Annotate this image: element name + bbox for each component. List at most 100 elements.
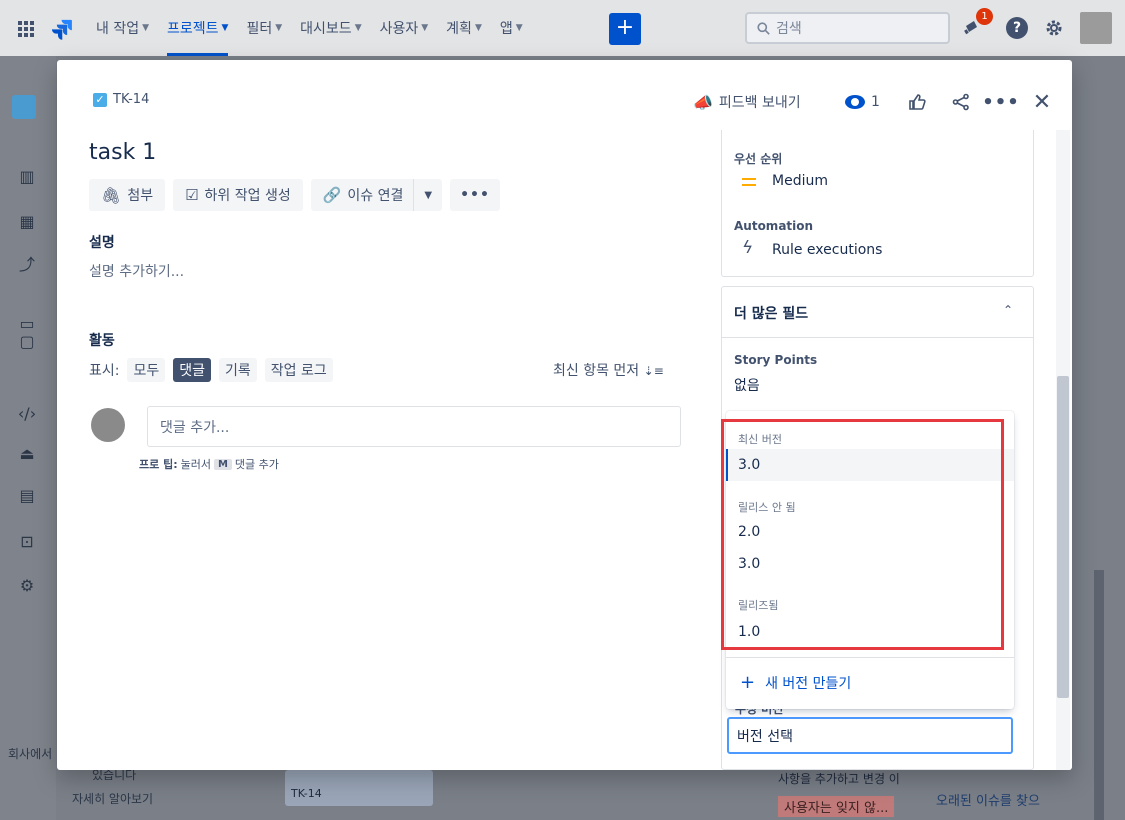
create-button[interactable]: +: [609, 13, 641, 45]
settings-icon[interactable]: ⚙: [16, 574, 38, 596]
automation-label: Automation: [734, 219, 814, 233]
divider: [726, 657, 1014, 658]
show-comments-button[interactable]: 댓글: [173, 358, 212, 382]
issue-breadcrumb[interactable]: ✓ TK-14: [93, 92, 149, 107]
story-points-value[interactable]: 없음: [734, 375, 760, 395]
activity-filter: 표시: 모두 댓글 기록 작업 로그: [89, 358, 333, 382]
sort-order-button[interactable]: 최신 항목 먼저 ⇣≡: [553, 360, 664, 380]
dropdown-group-label: 릴리스 안 됨: [738, 501, 796, 514]
nav-filters[interactable]: 필터 ▼: [246, 0, 282, 56]
description-field[interactable]: 설명 추가하기...: [89, 261, 184, 281]
details-box: 우선 순위 Medium Automation ϟ Rule execution…: [721, 130, 1034, 277]
subtask-icon: ☑: [185, 186, 199, 204]
deployments-icon[interactable]: ⏏: [16, 442, 38, 464]
create-version-button[interactable]: + 새 버전 만들기: [740, 673, 851, 693]
nav-your-work[interactable]: 내 작업 ▼: [96, 0, 149, 56]
show-all-button[interactable]: 모두: [127, 358, 166, 382]
create-subtask-button[interactable]: ☑ 하위 작업 생성: [173, 179, 303, 211]
plus-icon: +: [740, 672, 756, 693]
priority-value[interactable]: Medium: [772, 173, 828, 189]
task-type-icon: ✓: [93, 92, 107, 107]
link-issue-button[interactable]: 🔗 이슈 연결: [310, 179, 415, 211]
notification-count-badge: 1: [976, 8, 993, 25]
jira-logo-icon[interactable]: [51, 18, 73, 40]
reports-icon[interactable]: ⤴: [16, 252, 38, 274]
fix-version-input[interactable]: 버전 선택: [727, 717, 1013, 754]
megaphone-icon: 📣: [693, 92, 713, 112]
app-switcher-icon[interactable]: [18, 21, 34, 37]
background-link[interactable]: 오래된 이슈를 찾으: [936, 790, 1040, 809]
description-label: 설명: [89, 235, 115, 251]
issue-title[interactable]: task 1: [89, 140, 156, 165]
add-shortcut-icon[interactable]: ⊡: [16, 530, 38, 552]
attach-button[interactable]: 🖇 첨부: [89, 179, 166, 211]
project-avatar[interactable]: [12, 95, 36, 119]
nav-apps[interactable]: 앱 ▼: [500, 0, 523, 56]
pro-tip: 프로 팁: 눌러서 M 댓글 추가: [139, 458, 279, 471]
version-option[interactable]: 1.0: [726, 616, 1014, 648]
sort-icon: ⇣≡: [643, 364, 664, 378]
pages-icon[interactable]: ▤: [16, 484, 38, 506]
feedback-label: 피드백 보내기: [718, 95, 801, 111]
priority-medium-icon: [742, 178, 756, 186]
issue-modal: ✓ TK-14 📣 피드백 보내기 1 ••• ✕ task 1 🖇 첨부 ☑ …: [57, 60, 1072, 770]
chevron-down-icon: ▼: [142, 23, 150, 33]
board-icon[interactable]: ▥: [16, 165, 38, 187]
show-worklog-button[interactable]: 작업 로그: [264, 358, 333, 382]
comment-input[interactable]: 댓글 추가...: [147, 406, 681, 447]
thumbs-up-icon[interactable]: [905, 90, 929, 114]
feedback-button[interactable]: 📣 피드백 보내기: [693, 90, 801, 114]
automation-value[interactable]: Rule executions: [772, 242, 882, 258]
top-navigation: 내 작업 ▼ 프로젝트 ▼ 필터 ▼ 대시보드 ▼ 사용자 ▼ 계획 ▼ 앱 ▼ + 검색 1…: [0, 0, 1125, 56]
chevron-down-icon: ▼: [474, 23, 482, 33]
nav-projects[interactable]: 프로젝트 ▼: [167, 0, 228, 56]
chevron-up-icon[interactable]: ⌃: [1003, 303, 1013, 317]
learn-more-link[interactable]: 자세히 알아보기: [72, 790, 153, 807]
chevron-down-icon: ▼: [275, 23, 283, 33]
nav-dashboards[interactable]: 대시보드 ▼: [300, 0, 361, 56]
eye-icon: [845, 95, 865, 109]
activity-label: 활동: [89, 333, 115, 349]
chevron-down-icon: ▼: [354, 23, 362, 33]
search-icon: [757, 21, 770, 35]
backlog-icon[interactable]: ▦: [16, 210, 38, 232]
modal-scrollbar-thumb[interactable]: [1057, 376, 1069, 698]
sidebar-footer-text: 회사에서: [8, 747, 53, 761]
version-dropdown: 최신 버전 3.0 릴리스 안 됨 2.0 3.0 릴리즈됨 1.0 + 새 버…: [726, 411, 1014, 709]
story-points-label: Story Points: [734, 353, 818, 367]
show-label: 표시:: [89, 363, 120, 379]
components-icon[interactable]: ▢: [16, 330, 38, 352]
settings-gear-icon[interactable]: [1042, 16, 1066, 40]
version-option[interactable]: 3.0: [726, 449, 1014, 481]
user-avatar[interactable]: [1080, 12, 1112, 44]
keyboard-key: M: [213, 458, 232, 470]
link-issue-dropdown-button[interactable]: ▼: [414, 179, 443, 211]
lightning-icon: ϟ: [742, 238, 754, 258]
close-icon[interactable]: ✕: [1030, 90, 1054, 115]
issue-key: TK-14: [113, 92, 150, 107]
paperclip-icon: 🖇: [101, 185, 122, 205]
more-actions-icon[interactable]: •••: [982, 90, 1019, 114]
background-scrollbar[interactable]: [1094, 570, 1104, 820]
version-option[interactable]: 2.0: [726, 516, 1014, 548]
main-menu: 내 작업 ▼ 프로젝트 ▼ 필터 ▼ 대시보드 ▼ 사용자 ▼ 계획 ▼ 앱 ▼: [96, 0, 523, 56]
show-history-button[interactable]: 기록: [219, 358, 257, 382]
issue-actions: 🖇 첨부 ☑ 하위 작업 생성 🔗 이슈 연결 ▼ •••: [89, 179, 500, 211]
code-icon[interactable]: ‹/›: [16, 402, 38, 424]
chevron-down-icon: ▼: [515, 23, 523, 33]
search-input[interactable]: 검색: [745, 12, 950, 44]
watch-count: 1: [871, 94, 880, 110]
watch-button[interactable]: 1: [845, 90, 880, 114]
link-icon: 🔗: [322, 186, 342, 204]
version-option[interactable]: 3.0: [726, 548, 1014, 580]
help-icon[interactable]: ?: [1005, 16, 1029, 40]
background-text: 사항을 추가하고 변경 이: [778, 772, 900, 786]
chevron-down-icon: ▼: [421, 23, 429, 33]
more-fields-header[interactable]: 더 많은 필드: [734, 303, 808, 323]
priority-label: 우선 순위: [734, 152, 783, 166]
nav-plans[interactable]: 계획 ▼: [446, 0, 482, 56]
nav-people[interactable]: 사용자 ▼: [380, 0, 429, 56]
dropdown-group-label: 최신 버전: [738, 433, 782, 446]
more-issue-actions-button[interactable]: •••: [450, 179, 500, 211]
share-icon[interactable]: [949, 90, 973, 114]
